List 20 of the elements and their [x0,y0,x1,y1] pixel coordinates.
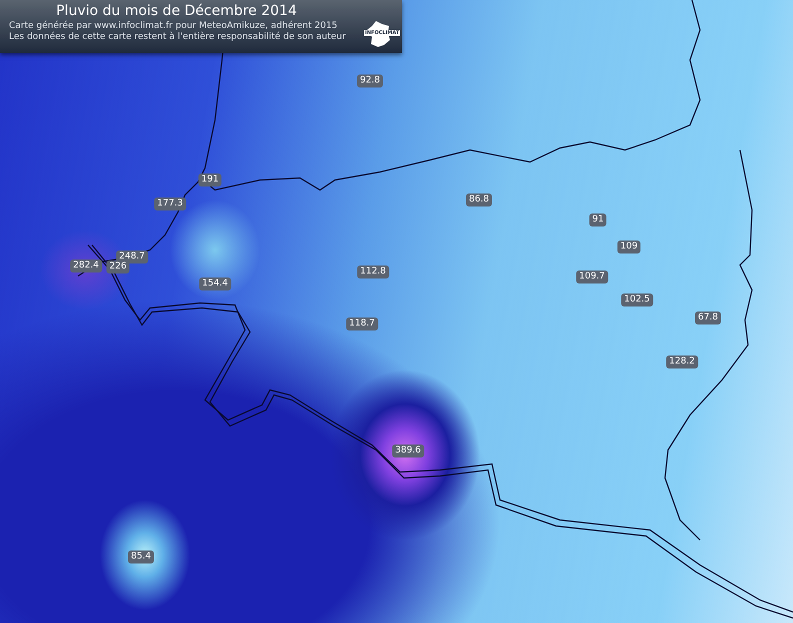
map-title: Pluvio du mois de Décembre 2014 [55,2,298,20]
rainfall-value-label: 118.7 [346,318,378,330]
rainfall-value-label: 177.3 [154,198,186,210]
credit-text: Les données de cette carte restent à l'entière responsabilité de son auteur [9,32,347,43]
rainfall-value-label: 91 [589,214,607,226]
rainfall-value-label: 67.8 [694,312,722,324]
credit-text: Carte générée par www.infoclimat.fr pour MeteoAmikuze, adhérent 2015 [9,21,338,32]
rainfall-value-label: 92.8 [356,74,384,88]
rainfall-value-label: 102.5 [621,294,653,306]
rainfall-value-label: 85.4 [128,550,154,564]
rainfall-value-label: 389.6 [392,444,424,458]
rainfall-value-label: 112.8 [357,266,389,278]
rainfall-value-label: 282.4 [70,260,102,272]
rainfall-value-label: 109.7 [576,270,608,284]
rainfall-value-label: 109 [617,240,641,254]
rainfall-value-label: 154.4 [199,278,231,290]
rainfall-value-label: 128.2 [666,356,698,368]
rainfall-value-label: 226 [106,260,130,274]
rainfall-value-label: 86.8 [466,194,492,206]
rainfall-value-label: 191 [198,174,222,186]
